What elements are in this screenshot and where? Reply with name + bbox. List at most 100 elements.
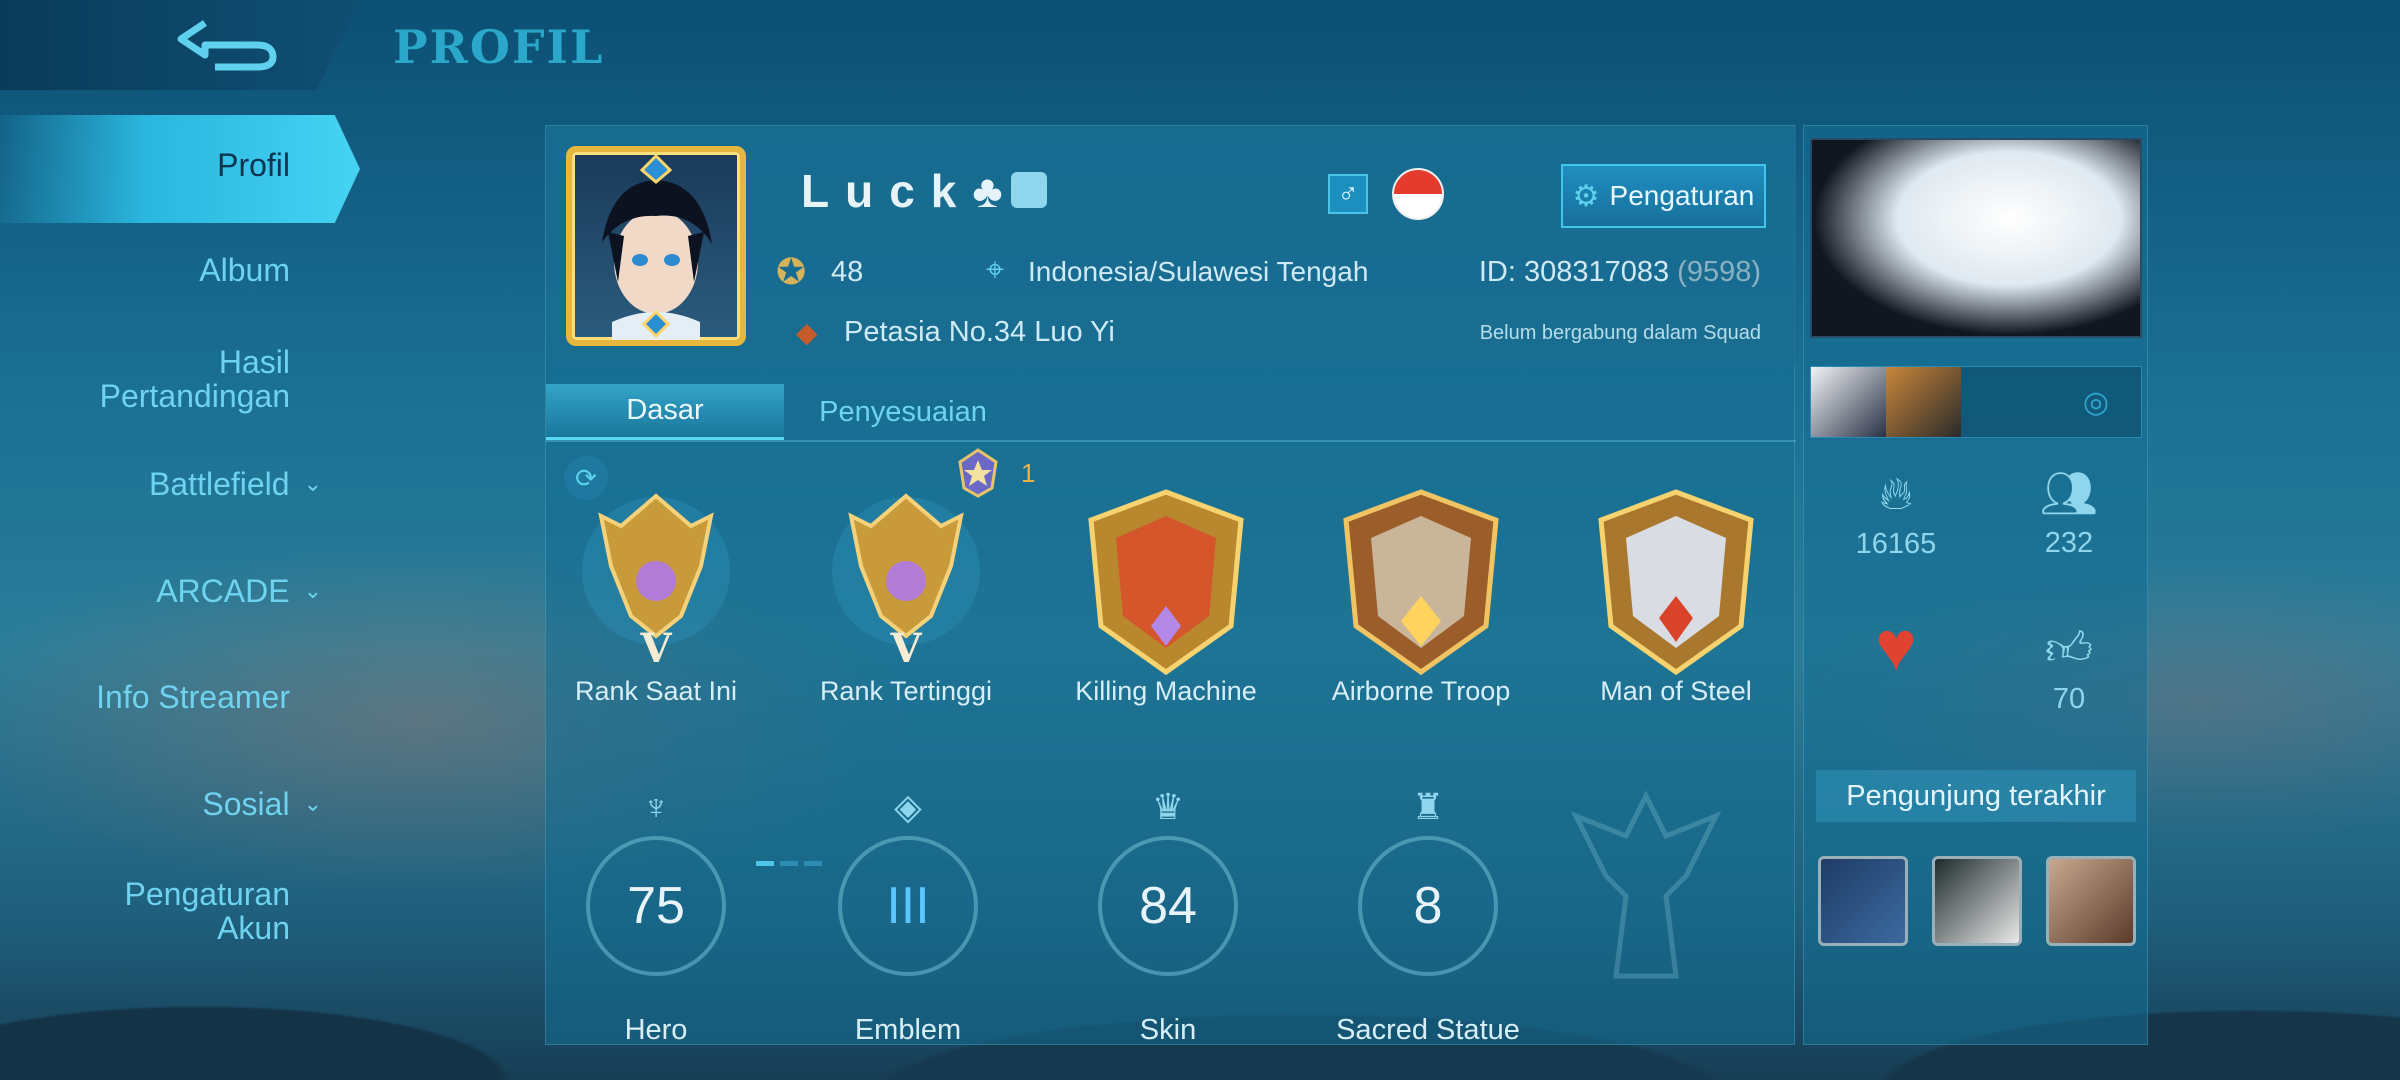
profile-header: Luck♣ ♂ ⚙ Pengaturan ✪ 48 ⌖ Indonesia/Su…	[546, 126, 1796, 366]
badge-man-of-steel[interactable]: Man of Steel	[1566, 486, 1786, 707]
player-id-number: ID: 308317083	[1478, 256, 1670, 288]
thumbs-up-icon: 👍︎	[2044, 622, 2094, 674]
badge-label: Rank Saat Ini	[574, 676, 738, 706]
thumbnail-image[interactable]	[1811, 367, 1886, 437]
hero-icon: ♆	[642, 786, 670, 827]
sidebar-item-label: Album	[199, 252, 290, 288]
badge-label: Killing Machine	[1075, 676, 1257, 706]
copy-name-icon[interactable]	[1011, 172, 1047, 208]
back-arrow-icon	[177, 20, 277, 71]
sidebar-item-label: Sosial	[202, 786, 290, 822]
likes-value: 70	[2052, 683, 2086, 715]
likes-stat[interactable]: 👍︎ 70	[1989, 621, 2149, 716]
settings-button-label: Pengaturan	[1609, 180, 1755, 211]
popularity-stat: 🔥︎ 16165	[1816, 466, 1976, 561]
stat-label: Emblem	[854, 1014, 962, 1046]
pet-name: Petasia No.34 Luo Yi	[844, 316, 1115, 348]
locked-emblem-icon	[1566, 786, 1726, 986]
sidebar-item-arcade[interactable]: ARCADE ⌄	[156, 574, 322, 608]
popularity-value: 16165	[1855, 528, 1937, 560]
followers-stat[interactable]: 👥︎ 232	[1989, 466, 2149, 560]
man-of-steel-badge-icon	[1598, 489, 1754, 676]
stat-value: 84	[1139, 877, 1197, 935]
thumbnail-image[interactable]	[1886, 367, 1961, 437]
skin-icon: ♛	[1151, 786, 1185, 827]
sidebar-item-label: Pengaturan Akun	[124, 876, 290, 946]
sidebar-item-pengaturan-akun[interactable]: Pengaturan Akun	[125, 877, 290, 945]
badge-rank-tertinggi[interactable]: V Rank Tertinggi	[796, 486, 1016, 707]
tab-penyesuaian[interactable]: Penyesuaian	[784, 384, 1022, 440]
stat-label: Skin	[1139, 1014, 1197, 1046]
location-pin-icon: ⌖	[986, 251, 1005, 287]
followers-value: 232	[2044, 527, 2094, 559]
badge-rank-saat-ini[interactable]: V Rank Saat Ini	[546, 486, 766, 707]
profile-side-panel: ◎ 🔥︎ 16165 👥︎ 232 ♥ 👍︎ 70 Pengunjung ter…	[1803, 125, 2148, 1045]
heart-stat[interactable]: ♥	[1816, 606, 1976, 686]
stat-value: III	[886, 877, 930, 935]
player-location[interactable]: Indonesia/Sulawesi Tengah	[1028, 256, 1368, 288]
rank-tier: V	[890, 625, 922, 672]
sidebar-item-label: Hasil Pertandingan	[99, 344, 290, 414]
avatar-portrait-icon	[602, 153, 712, 340]
level-badge-icon: ✪	[776, 251, 807, 292]
people-icon: 👥︎	[2039, 467, 2099, 519]
cover-thumbnails: ◎	[1810, 366, 2142, 438]
visitor-avatar[interactable]	[2046, 856, 2136, 946]
stat-label: Sacred Statue	[1336, 1014, 1520, 1046]
badge-label: Man of Steel	[1600, 676, 1752, 706]
stat-value: 8	[1413, 877, 1443, 935]
chevron-down-icon: ⌄	[303, 791, 322, 816]
camera-icon[interactable]: ◎	[2051, 367, 2141, 437]
sidebar-item-profil[interactable]: Profil	[0, 115, 360, 223]
sidebar-item-battlefield[interactable]: Battlefield ⌄	[149, 467, 322, 501]
sidebar-item-hasil-pertandingan[interactable]: Hasil Pertandingan	[100, 345, 290, 413]
stat-hero[interactable]: ♆ 75 Hero	[556, 786, 756, 1047]
badge-killing-machine[interactable]: Killing Machine	[1056, 486, 1276, 707]
stat-value: 75	[627, 877, 685, 935]
page-title: PROFIL	[393, 20, 605, 74]
chevron-down-icon: ⌄	[303, 578, 322, 603]
pet-icon: ◆	[796, 317, 818, 348]
emblem-icon: ◈	[894, 786, 922, 827]
sidebar-item-label: Battlefield	[149, 466, 290, 502]
server-id: (9598)	[1677, 256, 1761, 288]
indonesia-flag-icon	[1392, 168, 1444, 220]
player-id: ID: 308317083 (9598)	[1479, 256, 1761, 289]
stat-sacred-statue[interactable]: ♜ 8 Sacred Statue	[1328, 786, 1528, 1047]
player-level: 48	[831, 256, 864, 288]
stat-emblem[interactable]: ◈ III Emblem	[808, 786, 1008, 1047]
badge-label: Airborne Troop	[1331, 676, 1511, 706]
cover-image[interactable]	[1810, 138, 2142, 338]
visitor-avatar[interactable]	[1818, 856, 1908, 946]
sacred-statue-icon: ♜	[1411, 786, 1445, 827]
sidebar-item-sosial[interactable]: Sosial ⌄	[202, 787, 322, 821]
visitor-avatar[interactable]	[1932, 856, 2022, 946]
avatar[interactable]	[566, 146, 746, 346]
stat-skin[interactable]: ♛ 84 Skin	[1068, 786, 1268, 1047]
killing-machine-badge-icon	[1088, 489, 1244, 676]
badge-airborne-troop[interactable]: Airborne Troop	[1311, 486, 1531, 707]
profile-panel: Luck♣ ♂ ⚙ Pengaturan ✪ 48 ⌖ Indonesia/Su…	[545, 125, 1796, 1047]
sidebar-item-album[interactable]: Album	[199, 253, 290, 287]
male-gender-icon: ♂	[1328, 174, 1368, 214]
airborne-troop-badge-icon	[1343, 489, 1499, 676]
stat-label: Hero	[624, 1014, 688, 1046]
chevron-down-icon: ⌄	[303, 471, 322, 496]
tab-divider	[546, 440, 1796, 442]
heart-icon: ♥	[1875, 607, 1917, 685]
sidebar-item-info-streamer[interactable]: Info Streamer	[96, 680, 290, 714]
badge-label: Rank Tertinggi	[819, 676, 993, 706]
rank-tier: V	[640, 625, 672, 672]
recent-visitors-title: Pengunjung terakhir	[1816, 770, 2136, 822]
squad-status: Belum bergabung dalam Squad	[1479, 322, 1761, 344]
star-count: 1	[1021, 458, 1036, 488]
sidebar-item-label: Profil	[217, 147, 290, 183]
gear-icon: ⚙	[1572, 179, 1600, 213]
sidebar-item-label: Info Streamer	[96, 679, 290, 715]
sidebar-item-label: ARCADE	[156, 573, 290, 609]
settings-button[interactable]: ⚙ Pengaturan	[1561, 164, 1766, 228]
fire-icon: 🔥︎	[1879, 467, 1913, 519]
tab-dasar[interactable]: Dasar	[546, 384, 784, 440]
player-name: Luck♣	[801, 165, 1019, 217]
back-button[interactable]	[170, 10, 290, 80]
